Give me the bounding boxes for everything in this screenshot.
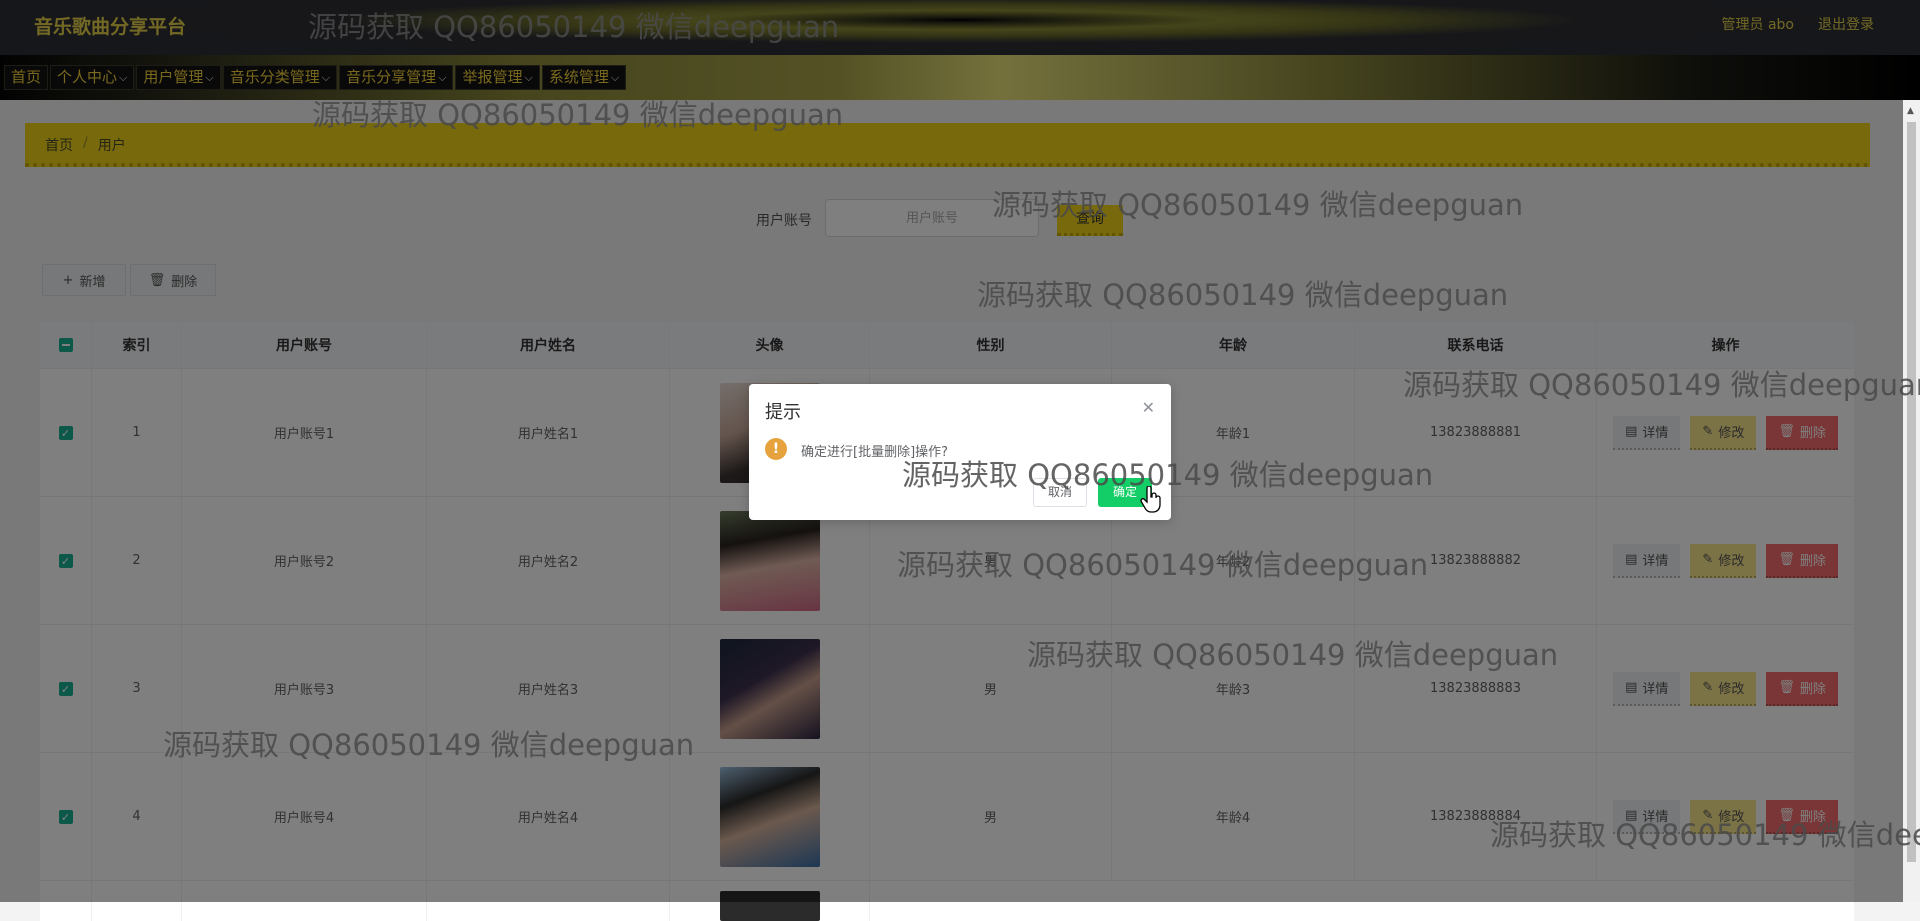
confirm-dialog: 提示 ✕ ! 确定进行[批量删除]操作? 取消 确定 (749, 384, 1171, 520)
hand-cursor-icon (1140, 486, 1161, 513)
cancel-button[interactable]: 取消 (1033, 478, 1087, 507)
dialog-title: 提示 (765, 402, 801, 423)
close-icon[interactable]: ✕ (1142, 398, 1155, 417)
page-scrollbar[interactable]: ▲ (1903, 100, 1920, 902)
scroll-up-icon[interactable]: ▲ (1907, 106, 1914, 116)
warning-icon: ! (765, 438, 787, 460)
dialog-message: 确定进行[批量删除]操作? (801, 445, 949, 460)
scroll-thumb[interactable] (1907, 122, 1916, 862)
